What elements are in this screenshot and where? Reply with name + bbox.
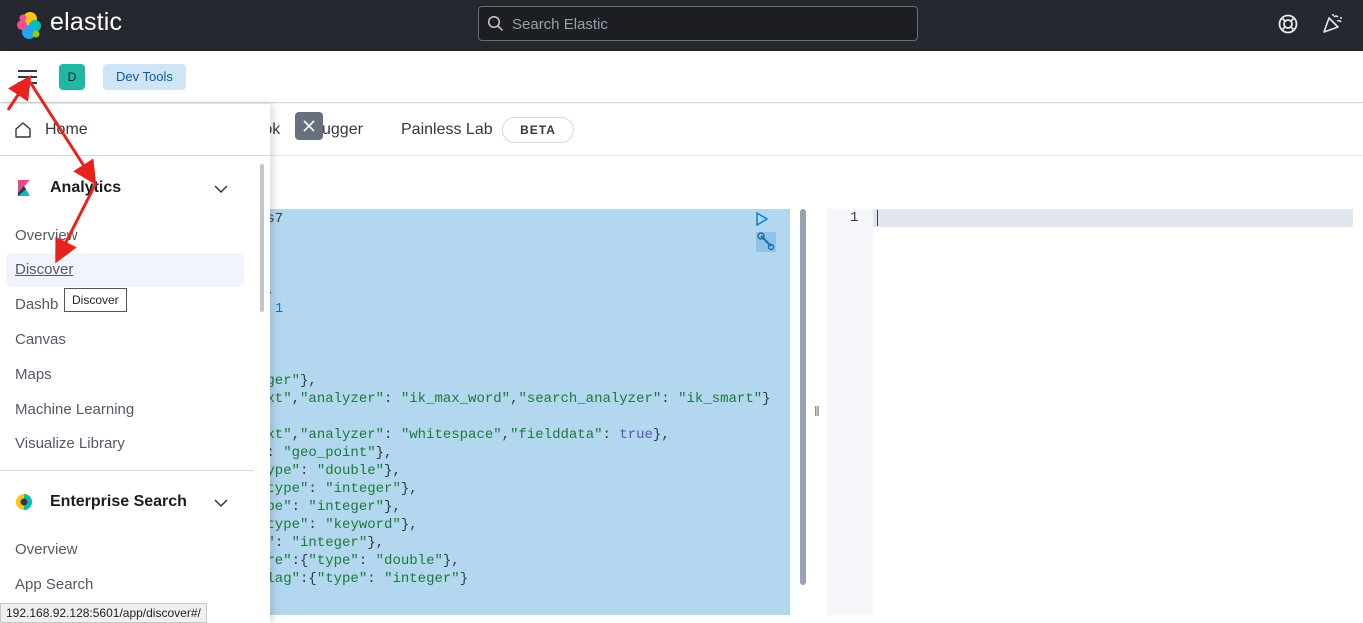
nav-divider	[0, 470, 254, 471]
nav-item-machine-learning[interactable]: Machine Learning	[15, 401, 134, 418]
code-line: "type": "keyword"},	[258, 517, 418, 533]
output-gutter	[827, 209, 873, 615]
nav-item-es-overview[interactable]: Overview	[15, 541, 78, 558]
nav-home-label: Home	[45, 121, 88, 138]
brand-name[interactable]: elastic	[50, 8, 122, 37]
global-header: elastic	[0, 0, 1363, 51]
nav-item-maps[interactable]: Maps	[15, 366, 52, 383]
text-cursor	[877, 210, 878, 226]
chevron-down-icon	[214, 499, 228, 508]
tooltip: Discover	[64, 288, 127, 312]
panel-resizer[interactable]: ‖	[814, 403, 820, 419]
nav-group-analytics[interactable]: Analytics	[0, 168, 260, 208]
code-line: ": "geo_point"},	[258, 445, 393, 461]
nav-item-app-search[interactable]: App Search	[15, 576, 93, 593]
nav-item-visualize-library[interactable]: Visualize Library	[15, 435, 125, 452]
tab-painless-lab[interactable]: Painless Lab	[401, 121, 493, 139]
nav-scrollbar[interactable]	[260, 164, 264, 312]
menu-hamburger-icon[interactable]	[18, 68, 38, 86]
tab-grok-debugger-b[interactable]: ugger	[322, 121, 363, 139]
newsfeed-icon[interactable]	[1320, 12, 1344, 36]
breadcrumb-bar: D Dev Tools	[0, 51, 1363, 103]
output-line-number: 1	[850, 210, 859, 226]
nav-home[interactable]: Home	[0, 104, 270, 156]
nav-item-discover[interactable]: Discover	[15, 261, 73, 278]
search-input[interactable]	[512, 13, 902, 35]
wrench-icon[interactable]	[756, 232, 776, 252]
code-line: "type": "integer"},	[258, 481, 418, 497]
code-line: ext","analyzer": "ik_max_word","search_a…	[258, 391, 771, 407]
close-icon	[303, 120, 315, 132]
code-line: e": "integer"},	[258, 535, 385, 551]
output-active-line	[873, 209, 1353, 227]
code-line: type": "double"},	[258, 463, 401, 479]
code-line: ore":{"type": "double"},	[258, 553, 460, 569]
code-line: ype": "integer"},	[258, 499, 401, 515]
elastic-logo-icon[interactable]	[14, 10, 44, 40]
play-icon[interactable]	[754, 211, 770, 227]
space-avatar[interactable]: D	[59, 64, 85, 90]
global-search[interactable]	[478, 6, 918, 41]
side-nav-flyout: Home Analytics Overview Discover Dashb C…	[0, 104, 270, 623]
nav-group-title: Analytics	[50, 179, 122, 196]
browser-status-url: 192.168.92.128:5601/app/discover#/	[0, 603, 207, 623]
editor-scrollbar[interactable]	[800, 209, 806, 585]
help-lifebuoy-icon[interactable]	[1276, 12, 1300, 36]
kibana-icon	[18, 180, 30, 196]
home-icon	[15, 122, 31, 138]
nav-item-overview[interactable]: Overview	[15, 227, 78, 244]
beta-badge: BETA	[502, 117, 574, 143]
search-icon	[487, 15, 504, 32]
chevron-down-icon	[214, 185, 228, 194]
breadcrumb[interactable]: Dev Tools	[103, 64, 186, 90]
editor-actions	[754, 211, 790, 257]
code-line: ext","analyzer": "whitespace","fielddata…	[258, 427, 670, 443]
nav-item-canvas[interactable]: Canvas	[15, 331, 66, 348]
enterprise-search-icon	[16, 494, 32, 510]
nav-group-enterprise-search[interactable]: Enterprise Search	[0, 482, 260, 522]
nav-group-title: Enterprise Search	[50, 493, 187, 510]
nav-item-dashboard[interactable]: Dashb	[15, 296, 58, 313]
close-nav-button[interactable]	[295, 112, 323, 140]
code-line: flag":{"type": "integer"}	[258, 571, 469, 587]
